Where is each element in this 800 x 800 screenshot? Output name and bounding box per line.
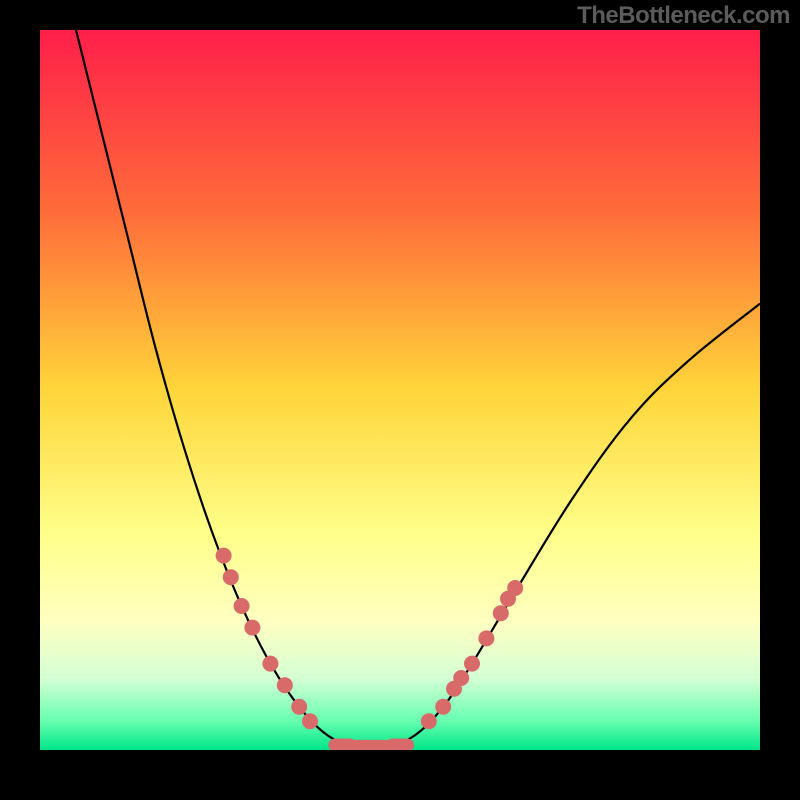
marker-dot [453, 670, 469, 686]
marker-dot [277, 677, 293, 693]
chart-container: TheBottleneck.com [0, 0, 800, 800]
marker-dot [234, 598, 250, 614]
marker-dot [421, 713, 437, 729]
marker-dot [262, 656, 278, 672]
marker-dot [464, 656, 480, 672]
curve-layer [40, 30, 760, 750]
marker-dot [507, 580, 523, 596]
bottleneck-curve [76, 30, 760, 748]
marker-dot [244, 620, 260, 636]
marker-pill [386, 738, 414, 750]
marker-dot [302, 713, 318, 729]
marker-dot [216, 548, 232, 564]
watermark-text: TheBottleneck.com [577, 2, 790, 30]
marker-dot [291, 699, 307, 715]
plot-area [40, 30, 760, 750]
marker-dot [435, 699, 451, 715]
marker-dot [493, 605, 509, 621]
marker-dot [478, 630, 494, 646]
marker-dot [223, 569, 239, 585]
